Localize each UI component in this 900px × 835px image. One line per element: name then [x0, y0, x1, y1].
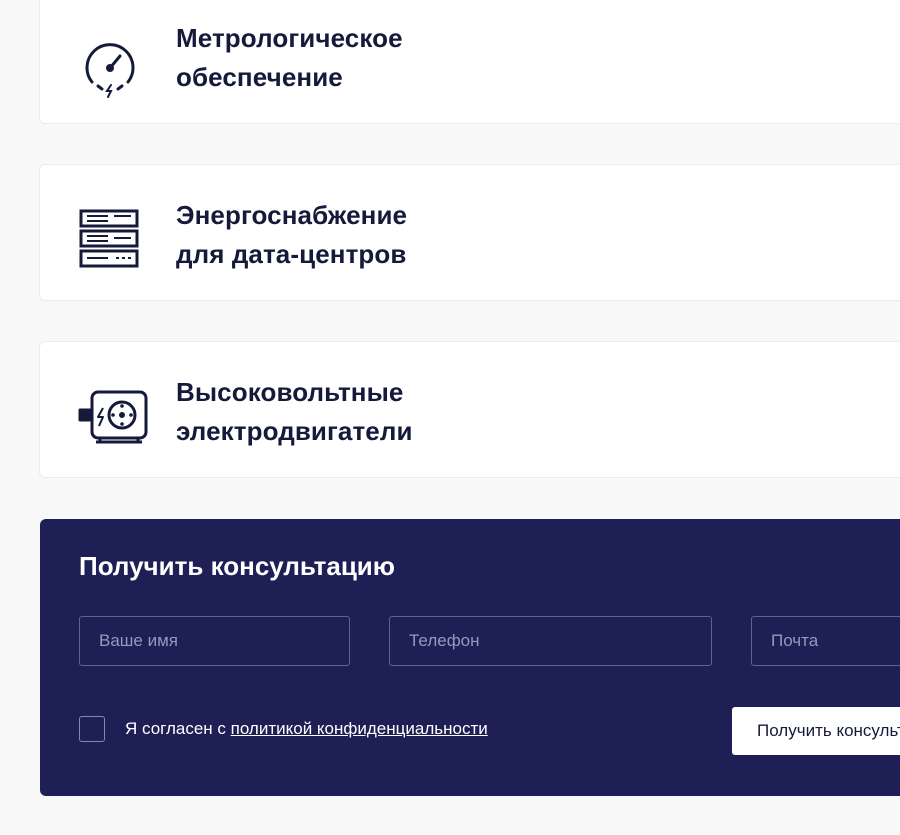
service-title: Метрологическое обеспечение: [176, 19, 403, 97]
gauge-icon: [78, 36, 142, 100]
service-card-motors[interactable]: Высоковольтные электродвигатели: [39, 341, 900, 478]
consultation-form: Получить консультацию Я согласен с полит…: [40, 519, 900, 796]
email-input[interactable]: [751, 616, 900, 666]
consent-checkbox[interactable]: [79, 716, 105, 742]
form-title: Получить консультацию: [79, 551, 395, 581]
service-card-datacenter[interactable]: Энергоснабжение для дата-центров: [39, 164, 900, 301]
name-input[interactable]: [79, 616, 350, 666]
phone-input[interactable]: [389, 616, 712, 666]
electric-motor-icon: [78, 384, 148, 448]
page: Метрологическое обеспечение Энергоснабже…: [0, 0, 900, 835]
privacy-policy-link[interactable]: политикой конфиденциальности: [231, 719, 488, 738]
service-title-line1: Высоковольтные: [176, 377, 404, 407]
service-title: Энергоснабжение для дата-центров: [176, 196, 407, 274]
service-title-line2: электродвигатели: [176, 416, 413, 446]
service-title: Высоковольтные электродвигатели: [176, 373, 413, 451]
consent-label: Я согласен с политикой конфиденциальност…: [125, 719, 488, 739]
server-rack-icon: [78, 207, 142, 271]
submit-button[interactable]: Получить консультацию: [732, 707, 900, 755]
service-title-line1: Метрологическое: [176, 23, 403, 53]
service-title-line2: для дата-центров: [176, 239, 407, 269]
consent-prefix: Я согласен с: [125, 719, 231, 738]
service-card-metrology[interactable]: Метрологическое обеспечение: [39, 0, 900, 124]
service-title-line1: Энергоснабжение: [176, 200, 408, 230]
service-title-line2: обеспечение: [176, 62, 343, 92]
